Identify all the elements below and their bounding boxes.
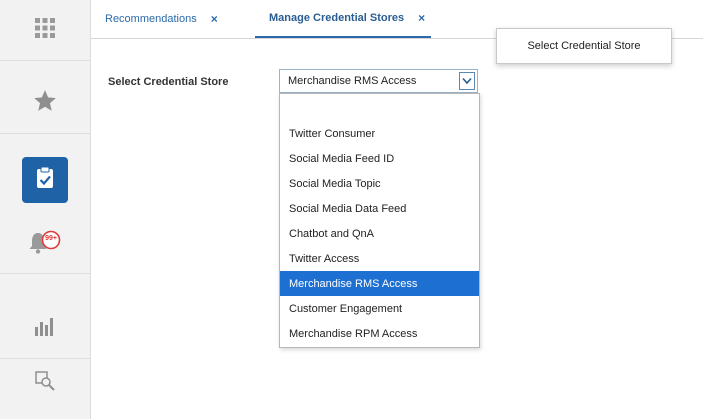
search-report-icon: [34, 369, 56, 396]
chevron-down-icon[interactable]: [459, 72, 475, 90]
sidebar-item-notifications[interactable]: 99+: [0, 213, 90, 274]
close-icon[interactable]: ×: [211, 12, 218, 26]
active-indicator: [22, 157, 68, 203]
dropdown-option[interactable]: Chatbot and QnA: [280, 221, 479, 246]
sidebar-item-favorites[interactable]: [0, 73, 90, 134]
dropdown-option[interactable]: Social Media Feed ID: [280, 146, 479, 171]
sidebar-item-apps[interactable]: [0, 0, 90, 61]
notification-badge: 99+: [45, 235, 57, 242]
close-icon[interactable]: ×: [418, 11, 425, 25]
grid-icon: [34, 17, 56, 44]
select-value: Merchandise RMS Access: [288, 75, 417, 87]
sidebar-item-reports[interactable]: [0, 298, 90, 359]
tab-manage-credential-stores[interactable]: Manage Credential Stores ×: [255, 0, 432, 38]
credential-store-select[interactable]: Merchandise RMS Access: [279, 69, 478, 93]
tab-label: Recommendations: [105, 13, 197, 25]
dropdown-option[interactable]: Twitter Consumer: [280, 121, 479, 146]
left-nav-sidebar: 99+: [0, 0, 91, 419]
sidebar-item-tasks[interactable]: [0, 150, 90, 210]
dropdown-option[interactable]: Merchandise RPM Access: [280, 321, 479, 346]
star-icon: [32, 88, 58, 119]
tab-recommendations[interactable]: Recommendations ×: [105, 0, 218, 38]
dropdown-option[interactable]: Twitter Access: [280, 246, 479, 271]
dropdown-option[interactable]: Social Media Topic: [280, 171, 479, 196]
dropdown-list: Twitter Consumer Social Media Feed ID So…: [279, 93, 480, 348]
sidebar-item-search-reports[interactable]: [0, 352, 90, 412]
notifications-icon: 99+: [28, 230, 62, 256]
tasks-icon: [34, 166, 56, 195]
tooltip: Select Credential Store: [496, 28, 672, 64]
dropdown-option[interactable]: [280, 96, 479, 121]
tab-label: Manage Credential Stores: [269, 12, 405, 24]
dropdown-option-selected[interactable]: Merchandise RMS Access: [280, 271, 479, 296]
dropdown-option[interactable]: Social Media Data Feed: [280, 196, 479, 221]
dropdown-option[interactable]: Customer Engagement: [280, 296, 479, 321]
bar-chart-icon: [34, 315, 56, 342]
field-label: Select Credential Store: [108, 76, 229, 88]
